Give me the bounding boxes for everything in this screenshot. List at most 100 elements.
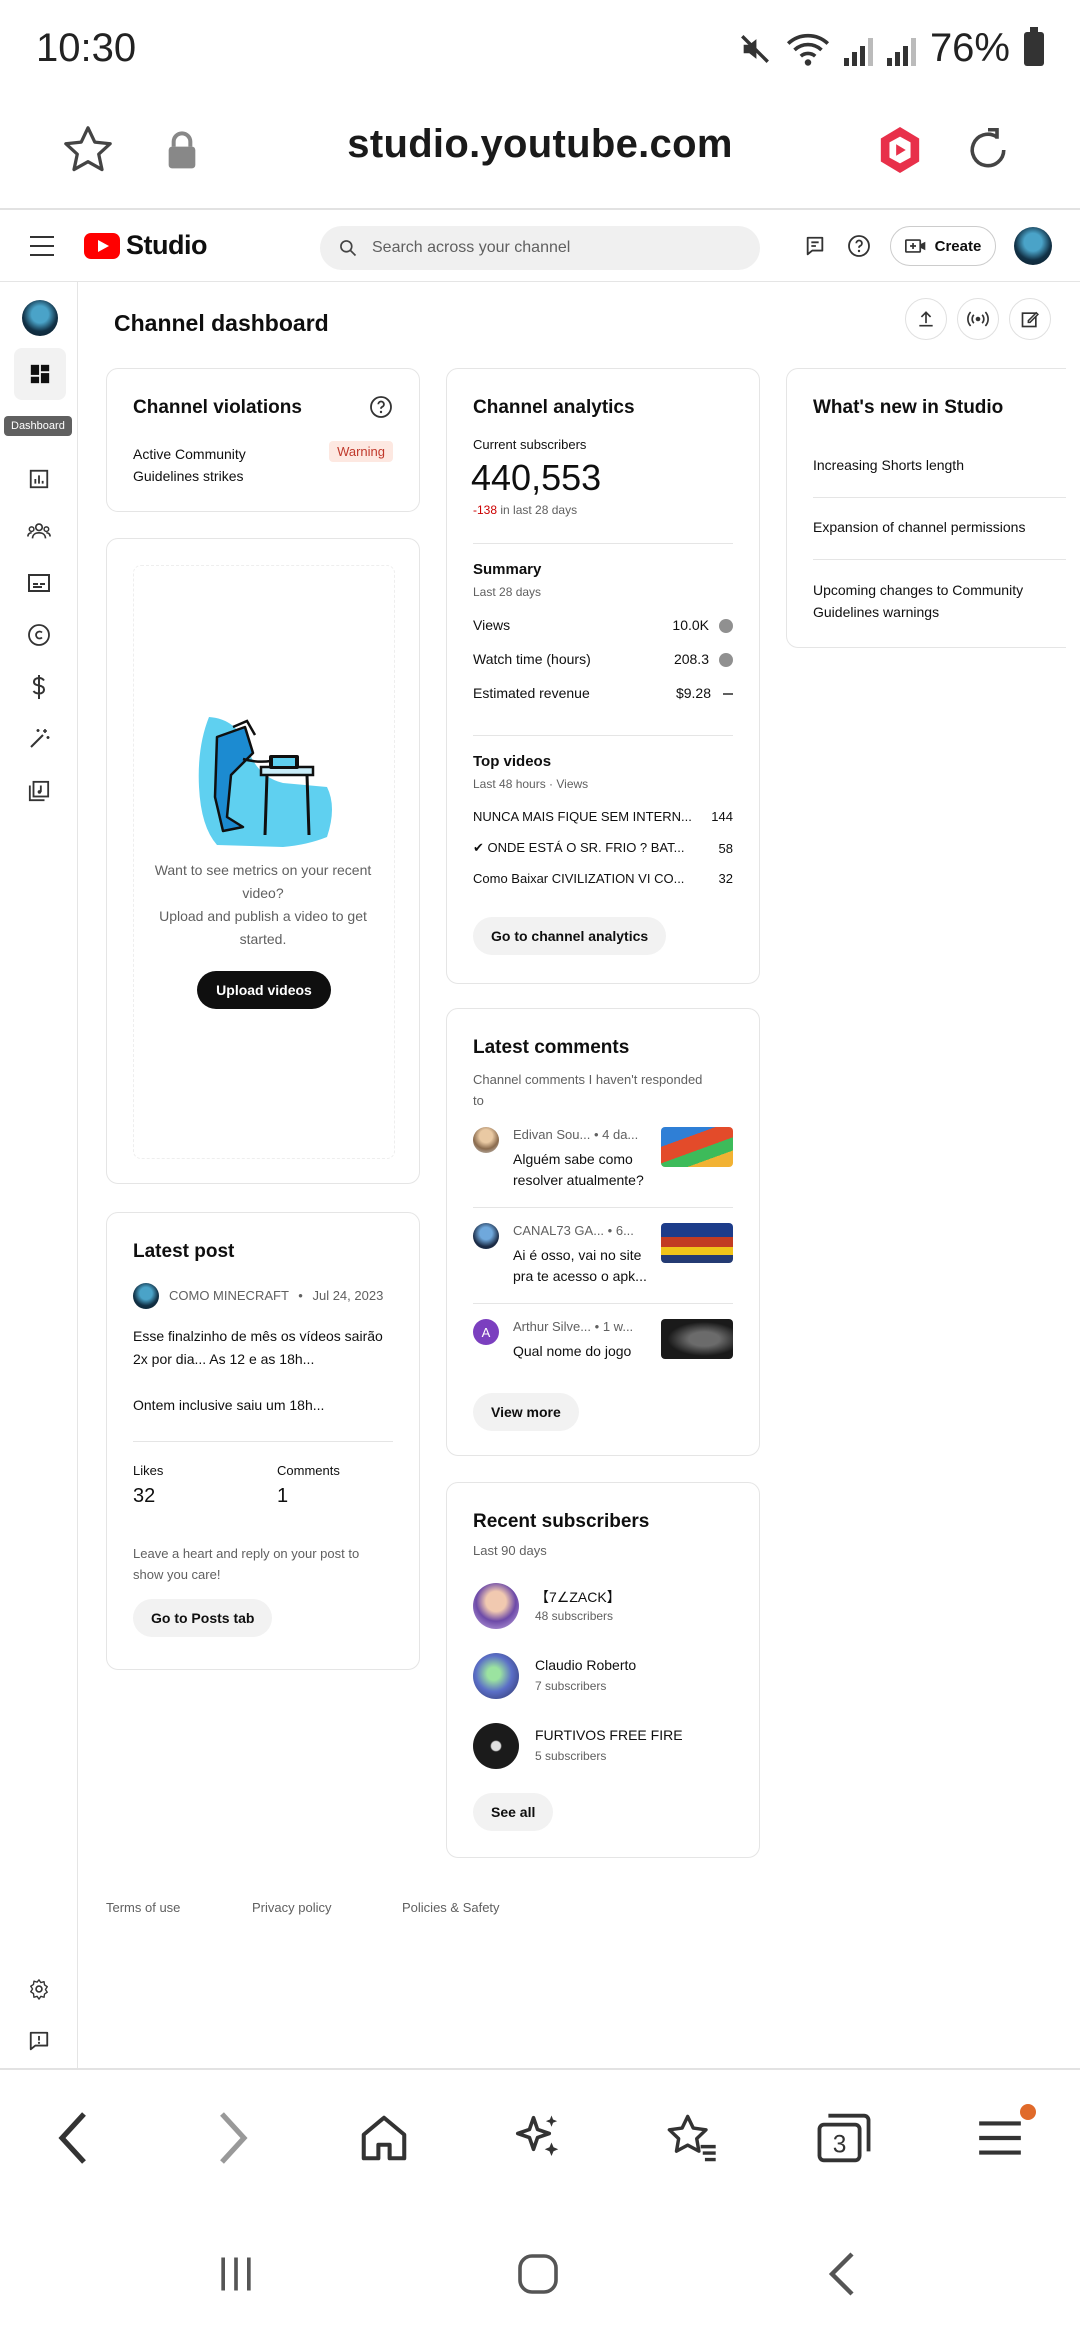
- whats-new-item[interactable]: Increasing Shorts length: [813, 457, 964, 473]
- tab-count: 3: [833, 2132, 847, 2159]
- channel-violations-card: Channel violations Active Community Guid…: [106, 368, 420, 512]
- create-label: Create: [934, 237, 982, 255]
- battery-icon: [1024, 26, 1044, 66]
- whats-new-item[interactable]: Expansion of channel permissions: [813, 519, 1025, 535]
- metric-watch-time: Watch time (hours) 208.3: [473, 651, 733, 668]
- privacy-link[interactable]: Privacy policy: [252, 1900, 331, 1915]
- recent-apps-button[interactable]: [206, 2244, 266, 2304]
- battery-percent: 76%: [929, 26, 1010, 70]
- edit-icon: [1021, 311, 1039, 328]
- youtube-studio-site-icon[interactable]: [868, 118, 932, 182]
- nav-customization[interactable]: [24, 724, 54, 754]
- post-cta-line2: show you care!: [133, 1567, 221, 1582]
- home-system-button[interactable]: [508, 2244, 568, 2304]
- top-video-row[interactable]: NUNCA MAIS FIQUE SEM INTERN... 144: [473, 809, 733, 824]
- go-to-analytics-button[interactable]: Go to channel analytics: [473, 917, 667, 955]
- search-icon: [340, 240, 357, 257]
- menu-lines-icon: [979, 2121, 1021, 2155]
- video-thumbnail[interactable]: [661, 1127, 733, 1167]
- browser-bottom-bar: 3: [0, 2068, 1080, 2200]
- nav-analytics[interactable]: [24, 464, 54, 494]
- account-avatar[interactable]: [1014, 227, 1052, 265]
- ai-assistant-button[interactable]: [506, 2106, 570, 2170]
- commenter-avatar: [473, 1127, 499, 1153]
- home-button[interactable]: [352, 2106, 416, 2170]
- post-date: Jul 24, 2023: [312, 1288, 384, 1303]
- nav-community[interactable]: [24, 516, 54, 546]
- help-icon[interactable]: [844, 231, 874, 261]
- info-icon[interactable]: [719, 619, 733, 634]
- nav-settings[interactable]: [24, 1974, 54, 2004]
- info-icon[interactable]: [719, 653, 733, 668]
- nav-audio-library[interactable]: [24, 776, 54, 806]
- system-nav-bar: [0, 2200, 1080, 2340]
- post-channel-name: COMO MINECRAFT: [169, 1288, 289, 1303]
- policies-link[interactable]: Policies & Safety: [402, 1900, 500, 1915]
- top-videos-period: Last 48 hours · Views: [473, 777, 589, 791]
- post-channel-avatar: [133, 1283, 159, 1309]
- system-back-button[interactable]: [812, 2244, 872, 2304]
- nav-subtitles[interactable]: [24, 568, 54, 598]
- feedback-icon[interactable]: [800, 231, 830, 261]
- go-to-posts-button[interactable]: Go to Posts tab: [133, 1599, 273, 1637]
- bookmarks-icon: [667, 2114, 716, 2162]
- see-all-button[interactable]: See all: [473, 1793, 554, 1831]
- upload-video-card: Want to see metrics on your recent video…: [106, 538, 420, 1184]
- report-icon: [29, 2031, 49, 2051]
- nav-earn[interactable]: [24, 672, 54, 702]
- subscribers-label: Current subscribers: [473, 437, 587, 452]
- comments-title: Latest comments: [473, 1037, 630, 1058]
- search-input[interactable]: Search across your channel: [320, 226, 760, 270]
- post-text-line3[interactable]: Ontem inclusive saiu um 18h...: [133, 1394, 403, 1417]
- studio-logo[interactable]: Studio: [84, 230, 207, 261]
- status-bar: 10:30 76%: [0, 0, 1080, 100]
- upload-illustration: [187, 707, 347, 862]
- live-icon: [967, 311, 989, 327]
- whats-new-item[interactable]: Upcoming changes to Community Guidelines…: [813, 579, 1023, 623]
- create-button[interactable]: Create: [890, 226, 996, 266]
- video-thumbnail[interactable]: [661, 1223, 733, 1263]
- terms-link[interactable]: Terms of use: [106, 1900, 180, 1915]
- video-thumbnail[interactable]: [661, 1319, 733, 1359]
- chevron-left-icon: [58, 2112, 86, 2164]
- nav-copyright[interactable]: [24, 620, 54, 650]
- top-video-row[interactable]: Como Baixar CIVILIZATION VI CO... 32: [473, 871, 733, 886]
- subscriber-avatar: [473, 1583, 519, 1629]
- violations-title: Channel violations: [133, 397, 302, 418]
- reload-icon[interactable]: [956, 118, 1020, 182]
- browser-url-bar: studio.youtube.com: [0, 100, 1080, 210]
- browser-menu-button[interactable]: [968, 2104, 1036, 2170]
- create-post-button[interactable]: [1009, 298, 1051, 340]
- back-button[interactable]: [42, 2106, 106, 2170]
- post-text-line1[interactable]: Esse finalzinho de mês os vídeos sairão: [133, 1325, 403, 1348]
- metric-revenue: Estimated revenue $9.28: [473, 685, 733, 701]
- upload-videos-button[interactable]: Upload videos: [197, 971, 331, 1009]
- subscribers-title: Recent subscribers: [473, 1511, 650, 1532]
- community-icon: [27, 523, 51, 539]
- upload-text-line2: video?: [242, 885, 284, 901]
- comment-item[interactable]: A Arthur Silve... • 1 w... Qual nome do …: [473, 1317, 733, 1371]
- analytics-title: Channel analytics: [473, 397, 635, 418]
- bookmarks-button[interactable]: [660, 2106, 724, 2170]
- violations-help-icon[interactable]: [369, 395, 393, 424]
- top-video-row[interactable]: ✔ ONDE ESTÁ O SR. FRIO ? BAT... 58: [473, 840, 733, 856]
- upload-button[interactable]: [905, 298, 947, 340]
- subscribers-value: 440,553: [471, 457, 602, 498]
- tabs-button[interactable]: 3: [812, 2106, 876, 2170]
- channel-avatar[interactable]: [22, 300, 58, 336]
- post-text-line2[interactable]: 2x por dia... As 12 e as 18h...: [133, 1348, 403, 1371]
- summary-period: Last 28 days: [473, 585, 542, 599]
- subscribers-period-label: Last 90 days: [473, 1543, 547, 1558]
- nav-dashboard[interactable]: [14, 348, 66, 400]
- nav-send-feedback[interactable]: [24, 2026, 54, 2056]
- copyright-icon: [28, 624, 50, 646]
- comments-label: Comments: [277, 1463, 340, 1478]
- view-more-button[interactable]: View more: [473, 1393, 579, 1431]
- forward-button[interactable]: [200, 2106, 264, 2170]
- upload-text-line3: Upload and publish a video to get: [159, 908, 367, 924]
- comment-item[interactable]: Edivan Sou... • 4 da... Alguém sabe como…: [473, 1125, 733, 1203]
- chevron-right-icon: [220, 2112, 248, 2164]
- go-live-button[interactable]: [957, 298, 999, 340]
- menu-icon[interactable]: [30, 236, 54, 256]
- comment-item[interactable]: CANAL73 GA... • 6... Ai é osso, vai no s…: [473, 1221, 733, 1299]
